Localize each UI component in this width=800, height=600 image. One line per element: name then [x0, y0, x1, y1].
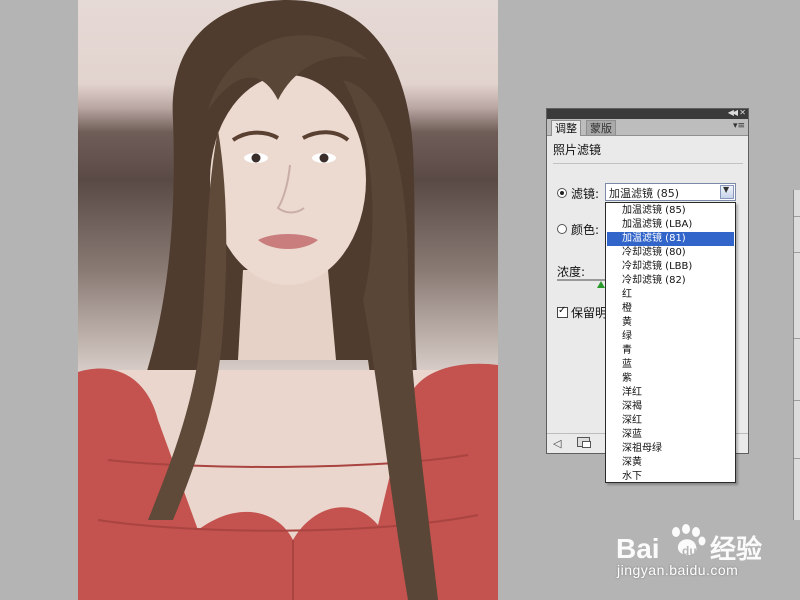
filter-option[interactable]: 深蓝 — [607, 428, 734, 442]
panel-titlebar[interactable]: ◀◀ ✕ — [547, 108, 748, 119]
filter-option[interactable]: 绿 — [607, 330, 734, 344]
svg-text:经验: 经验 — [710, 534, 762, 564]
filter-select[interactable]: 加温滤镜 (85) ▼ — [605, 183, 736, 201]
filter-radio[interactable] — [557, 188, 567, 198]
clip-to-layer-icon[interactable] — [577, 437, 591, 448]
portrait-photo — [78, 0, 498, 600]
panel-tab-strip: 调整 蒙版 ▾≡ — [547, 119, 748, 136]
filter-select-value: 加温滤镜 (85) — [609, 187, 680, 200]
filter-option[interactable]: 深褐 — [607, 400, 734, 414]
panel-menu-icon[interactable]: ▾≡ — [733, 121, 745, 131]
preserve-luminosity-label: 保留明 — [571, 306, 608, 320]
density-slider-thumb[interactable] — [597, 281, 605, 288]
filter-option[interactable]: 加温滤镜 (LBA) — [607, 218, 734, 232]
close-icon[interactable]: ✕ — [739, 108, 746, 118]
color-label: 颜色: — [571, 223, 600, 237]
filter-option[interactable]: 蓝 — [607, 358, 734, 372]
watermark-url: jingyan.baidu.com — [617, 562, 739, 578]
secondary-panel-edge — [793, 190, 800, 520]
panel-title: 照片滤镜 — [553, 143, 602, 157]
filter-option[interactable]: 黄 — [607, 316, 734, 330]
svg-text:Bai: Bai — [616, 533, 660, 564]
density-label: 浓度: — [557, 265, 586, 279]
filter-option[interactable]: 红 — [607, 288, 734, 302]
back-arrow-icon[interactable]: ◁ — [553, 437, 561, 450]
filter-option[interactable]: 冷却滤镜 (80) — [607, 246, 734, 260]
tab-adjustments[interactable]: 调整 — [551, 120, 581, 136]
svg-text:du: du — [682, 544, 697, 558]
filter-option[interactable]: 紫 — [607, 372, 734, 386]
chevron-down-icon[interactable]: ▼ — [720, 185, 734, 199]
filter-option[interactable]: 深祖母绿 — [607, 442, 734, 456]
filter-option[interactable]: 青 — [607, 344, 734, 358]
filter-option[interactable]: 洋红 — [607, 386, 734, 400]
preserve-luminosity-checkbox[interactable]: ✓ — [557, 305, 568, 318]
filter-option-selected[interactable]: 加温滤镜 (81) — [607, 232, 734, 246]
document-canvas[interactable] — [78, 0, 498, 600]
filter-option[interactable]: 冷却滤镜 (82) — [607, 274, 734, 288]
filter-option[interactable]: 深红 — [607, 414, 734, 428]
filter-option[interactable]: 加温滤镜 (85) — [607, 204, 734, 218]
divider — [553, 163, 743, 164]
double-chevron-left-icon[interactable]: ◀◀ — [728, 108, 738, 118]
filter-label: 滤镜: — [571, 187, 600, 201]
baidu-jingyan-logo: Bai du 经验 — [616, 524, 762, 564]
tab-masks[interactable]: 蒙版 — [586, 120, 616, 135]
filter-option[interactable]: 橙 — [607, 302, 734, 316]
filter-option[interactable]: 冷却滤镜 (LBB) — [607, 260, 734, 274]
filter-option[interactable]: 水下 — [607, 470, 734, 484]
color-radio[interactable] — [557, 224, 567, 234]
filter-dropdown-list[interactable]: 加温滤镜 (85) 加温滤镜 (LBA) 加温滤镜 (81) 冷却滤镜 (80)… — [605, 202, 736, 483]
filter-option[interactable]: 深黄 — [607, 456, 734, 470]
